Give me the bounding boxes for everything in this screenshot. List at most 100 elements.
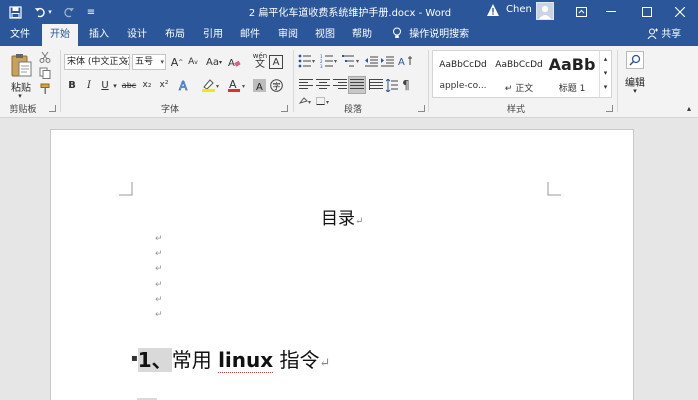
align-right-icon[interactable] xyxy=(333,79,347,91)
font-name-select[interactable]: 宋体 (中文正文) ▾ xyxy=(64,54,130,70)
bullets-icon[interactable]: ▾ xyxy=(297,53,317,69)
group-divider xyxy=(60,50,61,112)
show-marks-icon[interactable]: ¶ xyxy=(399,77,413,93)
numbering-icon[interactable]: 1 2 3 ▾ xyxy=(319,53,339,69)
maximize-icon[interactable] xyxy=(632,0,662,24)
font-launcher-icon[interactable] xyxy=(281,105,288,112)
enclose-characters-icon[interactable]: 字 xyxy=(269,78,283,92)
tab-references[interactable]: 引用 xyxy=(195,24,231,46)
font-group-label: 字体 xyxy=(160,105,179,115)
tab-layout[interactable]: 布局 xyxy=(157,24,193,46)
more-styles-icon[interactable]: ▾ xyxy=(600,81,611,93)
chinese-layout-icon[interactable]: A xyxy=(397,53,415,69)
paragraph-launcher-icon[interactable] xyxy=(418,105,425,112)
font-size-select[interactable]: 五号 ▾ xyxy=(132,54,166,70)
minimize-icon[interactable] xyxy=(596,0,626,24)
decrease-indent-icon[interactable] xyxy=(364,53,378,69)
align-left-icon[interactable] xyxy=(299,79,313,91)
user-name[interactable]: Chen xyxy=(506,4,532,15)
customize-qat-icon[interactable]: ≡ xyxy=(82,3,100,21)
change-case-icon[interactable]: Aa ▾ xyxy=(205,55,223,69)
group-divider xyxy=(293,50,294,112)
style-preview: AaBb xyxy=(548,55,596,74)
multilevel-list-icon[interactable]: ▾ xyxy=(341,53,361,69)
format-painter-icon[interactable] xyxy=(38,82,52,96)
tab-home[interactable]: 开始 xyxy=(42,24,78,46)
svg-text:▾: ▾ xyxy=(356,58,359,65)
chevron-down-icon: ▾ xyxy=(124,58,128,66)
redo-icon[interactable] xyxy=(60,3,78,21)
ribbon-display-options-icon[interactable] xyxy=(566,0,596,24)
tab-insert[interactable]: 插入 xyxy=(81,24,117,46)
cut-icon[interactable] xyxy=(38,50,52,64)
strikethrough-button[interactable]: abc xyxy=(121,78,137,92)
tab-view[interactable]: 视图 xyxy=(307,24,343,46)
heading-1[interactable]: ▪1、常用 linux 指令↵ xyxy=(131,344,330,373)
paste-label[interactable]: 粘贴 xyxy=(8,80,34,94)
warning-icon[interactable] xyxy=(486,3,500,17)
distributed-icon[interactable] xyxy=(369,79,383,91)
heading-text-b: 指令 xyxy=(273,348,320,372)
undo-dropdown-icon[interactable]: ▾ xyxy=(45,3,55,21)
styles-group-label: 样式 xyxy=(506,105,525,115)
italic-button[interactable]: I xyxy=(83,78,95,92)
tell-me-search[interactable]: 操作说明搜索 xyxy=(392,24,469,46)
style-apple-co[interactable]: AaBbCcDd apple-co... xyxy=(436,51,490,97)
toc-title[interactable]: 目录↵ xyxy=(321,204,363,229)
subscript-button[interactable]: x₂ xyxy=(140,78,154,92)
line-spacing-icon[interactable] xyxy=(386,77,398,93)
underline-dropdown-icon[interactable]: ▾ xyxy=(111,79,119,93)
align-center-icon[interactable] xyxy=(316,79,330,91)
chevron-down-icon[interactable]: ▾ xyxy=(600,67,611,79)
share-button[interactable]: 共享 xyxy=(647,24,681,46)
collapse-ribbon-icon[interactable]: ▴ xyxy=(684,103,694,113)
tab-design[interactable]: 设计 xyxy=(119,24,155,46)
underline-button[interactable]: U xyxy=(99,78,111,92)
ribbon-tabs: 文件 开始 插入 设计 布局 引用 邮件 审阅 视图 帮助 操作说明搜索 共享 xyxy=(0,24,698,46)
styles-launcher-icon[interactable] xyxy=(606,105,613,112)
shrink-font-icon[interactable]: Av xyxy=(186,55,200,69)
svg-text:A: A xyxy=(228,58,235,69)
increase-indent-icon[interactable] xyxy=(380,53,394,69)
paste-dropdown-icon[interactable]: ▾ xyxy=(13,92,27,100)
tell-me-label: 操作说明搜索 xyxy=(409,29,470,40)
superscript-button[interactable]: x² xyxy=(157,78,171,92)
grow-font-icon[interactable]: A ^ xyxy=(170,55,184,69)
phonetic-guide-icon[interactable]: wén 文 xyxy=(253,52,267,70)
borders-icon[interactable]: ▾ xyxy=(316,97,330,105)
paste-icon[interactable] xyxy=(8,50,34,80)
character-border-icon[interactable]: A xyxy=(269,55,283,69)
margin-corner-mark xyxy=(547,182,561,196)
tab-review[interactable]: 审阅 xyxy=(270,24,306,46)
paragraph-mark: ↵ xyxy=(155,295,163,305)
character-shading-icon[interactable]: A xyxy=(252,78,266,92)
close-icon[interactable] xyxy=(665,0,695,24)
avatar[interactable] xyxy=(536,2,554,20)
style-normal[interactable]: AaBbCcDd ↵ 正文 xyxy=(492,51,546,97)
save-icon[interactable] xyxy=(6,3,24,21)
font-color-icon[interactable]: A ▾ xyxy=(226,77,248,93)
tab-mailings[interactable]: 邮件 xyxy=(232,24,268,46)
svg-text:▾: ▾ xyxy=(242,83,245,90)
group-divider xyxy=(428,50,429,112)
tab-help[interactable]: 帮助 xyxy=(344,24,380,46)
tab-file[interactable]: 文件 xyxy=(2,24,38,46)
style-heading-1[interactable]: AaBb 标题 1 xyxy=(547,51,597,97)
copy-icon[interactable] xyxy=(38,66,52,80)
chevron-down-icon: ▾ xyxy=(160,58,164,66)
bold-button[interactable]: B xyxy=(66,78,78,92)
chevron-up-icon[interactable]: ▴ xyxy=(600,53,611,65)
text-effects-icon[interactable]: A xyxy=(177,77,193,93)
document-page[interactable]: 目录↵ ↵ ↵ ↵ ↵ ↵ ↵ ▪1、常用 linux 指令↵ xyxy=(50,129,634,400)
svg-text:▾: ▾ xyxy=(308,99,311,105)
clipboard-launcher-icon[interactable] xyxy=(49,105,56,112)
paragraph-mark: ↵ xyxy=(319,356,331,371)
shading-icon[interactable]: ▾ xyxy=(298,97,312,105)
editing-button[interactable]: 编辑 ▾ xyxy=(622,49,648,113)
clear-formatting-icon[interactable]: A xyxy=(227,55,241,69)
style-name: ↵ 正文 xyxy=(504,84,534,94)
paragraph-mark: ↵ xyxy=(355,216,364,227)
highlight-color-icon[interactable]: ▾ xyxy=(200,77,222,93)
style-name: 标题 1 xyxy=(558,84,586,94)
justify-button[interactable] xyxy=(348,76,366,94)
